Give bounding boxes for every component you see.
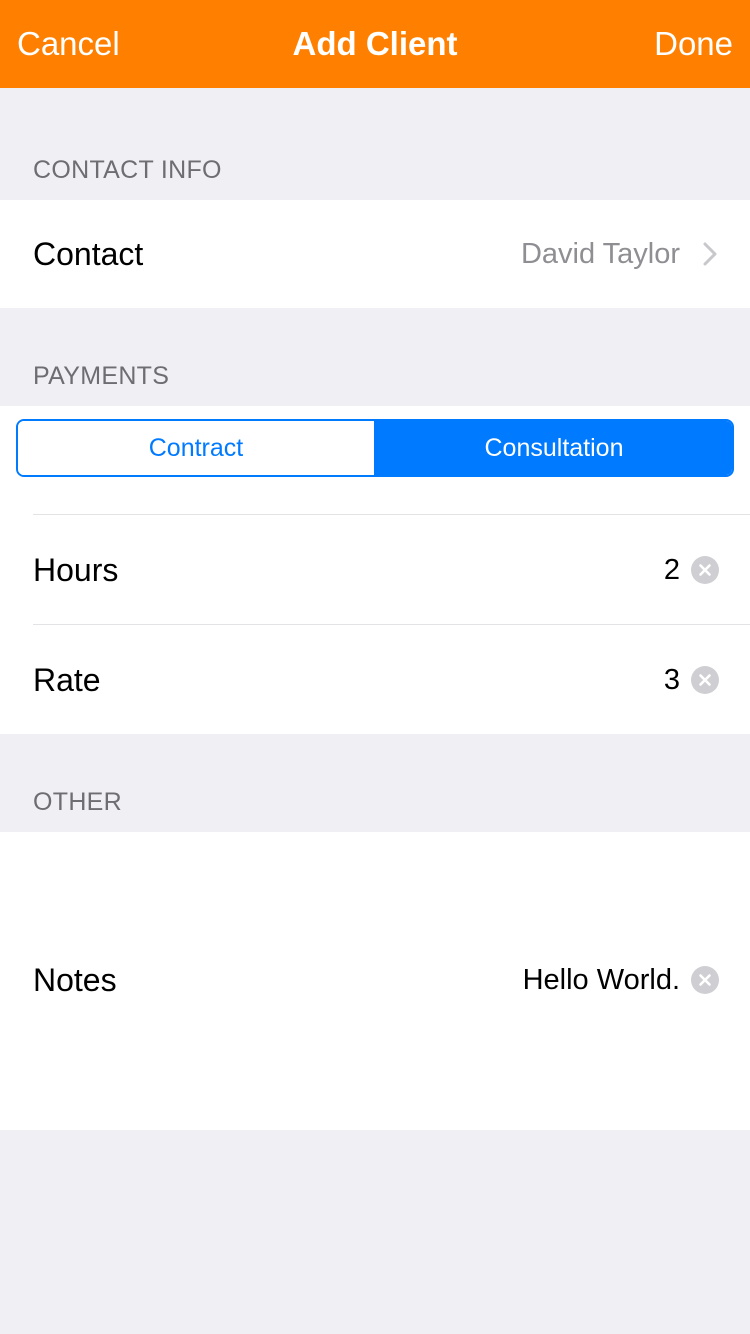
payment-type-segmented-control: Contract Consultation (16, 419, 734, 477)
done-button[interactable]: Done (654, 24, 733, 64)
section-header-other: OTHER (33, 788, 122, 816)
hours-label: Hours (33, 552, 119, 588)
rate-label: Rate (33, 662, 101, 698)
segment-contract[interactable]: Contract (18, 421, 376, 475)
contact-row[interactable]: Contact David Taylor (0, 200, 750, 308)
hours-row: Hours 2 (0, 515, 750, 624)
notes-input[interactable]: Hello World. (523, 960, 680, 1000)
section-header-payments: PAYMENTS (33, 362, 170, 390)
rate-row: Rate 3 (0, 625, 750, 734)
navigation-bar: Cancel Add Client Done (0, 0, 750, 88)
cancel-button[interactable]: Cancel (17, 24, 120, 64)
clear-rate-button[interactable] (691, 666, 719, 694)
contact-value: David Taylor (520, 238, 680, 270)
notes-label: Notes (33, 962, 117, 998)
clear-icon (699, 974, 711, 986)
notes-row: Notes Hello World. (0, 832, 750, 1130)
rate-input[interactable]: 3 (664, 660, 680, 700)
clear-icon (699, 674, 711, 686)
segment-consultation[interactable]: Consultation (376, 421, 732, 475)
clear-icon (699, 564, 711, 576)
contact-label: Contact (33, 236, 144, 272)
contact-info-group: Contact David Taylor (0, 200, 750, 308)
chevron-right-icon (703, 242, 717, 266)
clear-notes-button[interactable] (691, 966, 719, 994)
other-group: Notes Hello World. (0, 832, 750, 1130)
hours-input[interactable]: 2 (664, 550, 680, 590)
section-header-contact-info: CONTACT INFO (33, 156, 222, 184)
clear-hours-button[interactable] (691, 556, 719, 584)
